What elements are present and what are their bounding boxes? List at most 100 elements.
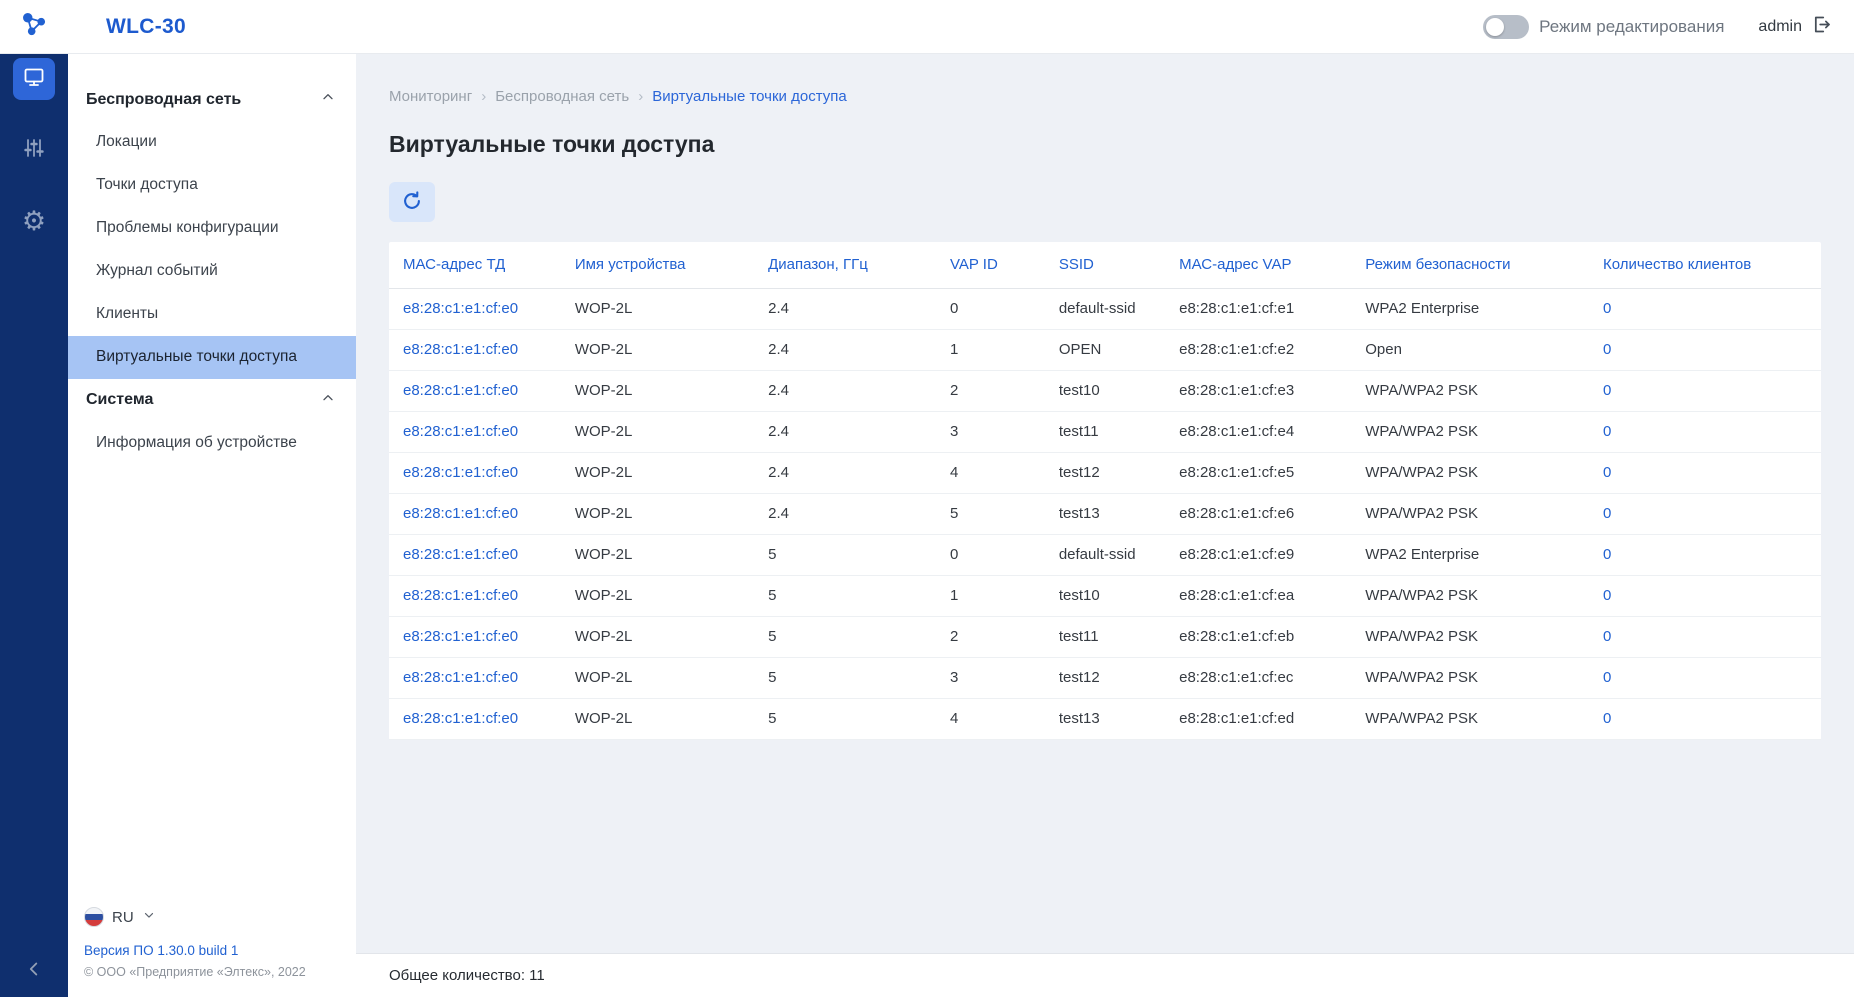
cell-mac-ap[interactable]: e8:28:c1:e1:cf:e0	[389, 493, 561, 534]
cell-vap-id: 0	[936, 534, 1045, 575]
chevron-up-icon	[320, 390, 336, 411]
copyright-text: © ООО «Предприятие «Элтекс», 2022	[84, 965, 346, 979]
nav-configuration[interactable]	[13, 129, 55, 171]
col-header-security-mode: Режим безопасности	[1351, 242, 1589, 288]
cell-clients-count[interactable]: 0	[1589, 534, 1821, 575]
cell-mac-vap: e8:28:c1:e1:cf:ed	[1165, 698, 1351, 739]
total-bar: Общее количество: 11	[356, 953, 1854, 997]
cell-mac-vap: e8:28:c1:e1:cf:e3	[1165, 370, 1351, 411]
table-row: e8:28:c1:e1:cf:e0WOP-2L50default-sside8:…	[389, 534, 1821, 575]
cell-mac-ap[interactable]: e8:28:c1:e1:cf:e0	[389, 575, 561, 616]
cell-mac-ap[interactable]: e8:28:c1:e1:cf:e0	[389, 698, 561, 739]
cell-ssid: test11	[1045, 411, 1165, 452]
language-selector[interactable]: RU	[84, 907, 346, 927]
cell-mac-ap[interactable]: e8:28:c1:e1:cf:e0	[389, 411, 561, 452]
breadcrumb-wireless-network[interactable]: Беспроводная сеть	[495, 88, 629, 105]
cell-mac-ap[interactable]: e8:28:c1:e1:cf:e0	[389, 616, 561, 657]
firmware-version-link[interactable]: Версия ПО 1.30.0 build 1	[84, 943, 346, 958]
cell-ssid: test13	[1045, 698, 1165, 739]
cell-vap-id: 4	[936, 452, 1045, 493]
cell-security-mode: WPA/WPA2 PSK	[1351, 575, 1589, 616]
app-title: WLC-30	[106, 15, 186, 39]
cell-clients-count[interactable]: 0	[1589, 329, 1821, 370]
cell-band-ghz: 2.4	[754, 452, 936, 493]
cell-security-mode: WPA/WPA2 PSK	[1351, 493, 1589, 534]
sidebar-item-clients[interactable]: Клиенты	[68, 293, 356, 336]
cell-ssid: test12	[1045, 452, 1165, 493]
cell-band-ghz: 2.4	[754, 288, 936, 329]
table-row: e8:28:c1:e1:cf:e0WOP-2L2.45test13e8:28:c…	[389, 493, 1821, 534]
chevron-left-icon	[23, 958, 45, 985]
cell-ssid: default-ssid	[1045, 288, 1165, 329]
cell-mac-ap[interactable]: e8:28:c1:e1:cf:e0	[389, 657, 561, 698]
sidebar-item-event-log[interactable]: Журнал событий	[68, 250, 356, 293]
toggle-knob	[1486, 18, 1504, 36]
cell-clients-count[interactable]: 0	[1589, 411, 1821, 452]
cell-mac-vap: e8:28:c1:e1:cf:ec	[1165, 657, 1351, 698]
table-row: e8:28:c1:e1:cf:e0WOP-2L2.43test11e8:28:c…	[389, 411, 1821, 452]
col-header-vap-id: VAP ID	[936, 242, 1045, 288]
cell-mac-ap[interactable]: e8:28:c1:e1:cf:e0	[389, 329, 561, 370]
logout-icon[interactable]	[1811, 14, 1832, 40]
sidebar: Беспроводная сеть Локации Точки доступа …	[68, 54, 356, 997]
language-code: RU	[112, 909, 134, 926]
cell-security-mode: WPA2 Enterprise	[1351, 288, 1589, 329]
cell-mac-ap[interactable]: e8:28:c1:e1:cf:e0	[389, 452, 561, 493]
top-bar-right: Режим редактирования admin	[1483, 14, 1854, 40]
cell-vap-id: 1	[936, 329, 1045, 370]
breadcrumb-separator: ›	[638, 88, 643, 105]
toggle-switch[interactable]	[1483, 15, 1529, 39]
collapse-sidebar-button[interactable]	[23, 958, 45, 985]
cell-clients-count[interactable]: 0	[1589, 288, 1821, 329]
cell-device-name: WOP-2L	[561, 616, 754, 657]
table-row: e8:28:c1:e1:cf:e0WOP-2L52test11e8:28:c1:…	[389, 616, 1821, 657]
col-header-mac-vap: МАС-адрес VAP	[1165, 242, 1351, 288]
table-body: e8:28:c1:e1:cf:e0WOP-2L2.40default-sside…	[389, 288, 1821, 739]
chevron-up-icon	[320, 89, 336, 110]
col-header-device-name: Имя устройства	[561, 242, 754, 288]
cell-ssid: test12	[1045, 657, 1165, 698]
sidebar-item-locations[interactable]: Локации	[68, 121, 356, 164]
sidebar-item-access-points[interactable]: Точки доступа	[68, 164, 356, 207]
section-label: Система	[86, 391, 153, 409]
cell-band-ghz: 5	[754, 575, 936, 616]
cell-clients-count[interactable]: 0	[1589, 452, 1821, 493]
cell-mac-ap[interactable]: e8:28:c1:e1:cf:e0	[389, 370, 561, 411]
cell-clients-count[interactable]: 0	[1589, 698, 1821, 739]
app-root: WLC-30 Режим редактирования admin	[0, 0, 1854, 997]
top-bar: WLC-30 Режим редактирования admin	[0, 0, 1854, 54]
sidebar-section-system[interactable]: Система	[68, 379, 356, 422]
cell-ssid: test10	[1045, 575, 1165, 616]
sidebar-item-virtual-aps[interactable]: Виртуальные точки доступа	[68, 336, 356, 379]
cell-mac-vap: e8:28:c1:e1:cf:e9	[1165, 534, 1351, 575]
refresh-button[interactable]	[389, 182, 435, 222]
cell-security-mode: WPA/WPA2 PSK	[1351, 370, 1589, 411]
cell-mac-ap[interactable]: e8:28:c1:e1:cf:e0	[389, 288, 561, 329]
nav-monitoring[interactable]	[13, 58, 55, 100]
nav-system[interactable]: ⚙	[13, 200, 55, 242]
refresh-icon	[401, 190, 423, 215]
cell-clients-count[interactable]: 0	[1589, 616, 1821, 657]
main-area: Мониторинг › Беспроводная сеть › Виртуал…	[356, 54, 1854, 997]
cell-mac-vap: e8:28:c1:e1:cf:e4	[1165, 411, 1351, 452]
sidebar-item-config-problems[interactable]: Проблемы конфигурации	[68, 207, 356, 250]
cell-ssid: test11	[1045, 616, 1165, 657]
total-count-label: Общее количество: 11	[389, 967, 545, 984]
cell-mac-ap[interactable]: e8:28:c1:e1:cf:e0	[389, 534, 561, 575]
cell-clients-count[interactable]: 0	[1589, 657, 1821, 698]
cell-clients-count[interactable]: 0	[1589, 575, 1821, 616]
vap-table: МАС-адрес ТД Имя устройства Диапазон, ГГ…	[389, 242, 1821, 740]
cell-clients-count[interactable]: 0	[1589, 370, 1821, 411]
breadcrumb-monitoring[interactable]: Мониторинг	[389, 88, 472, 105]
cell-device-name: WOP-2L	[561, 329, 754, 370]
vap-table-card: МАС-адрес ТД Имя устройства Диапазон, ГГ…	[389, 242, 1821, 740]
sidebar-section-wireless[interactable]: Беспроводная сеть	[68, 78, 356, 121]
cell-security-mode: WPA/WPA2 PSK	[1351, 616, 1589, 657]
cell-clients-count[interactable]: 0	[1589, 493, 1821, 534]
cell-band-ghz: 5	[754, 534, 936, 575]
icon-rail: ⚙	[0, 54, 68, 997]
cell-mac-vap: e8:28:c1:e1:cf:eb	[1165, 616, 1351, 657]
user-menu[interactable]: admin	[1758, 14, 1832, 40]
edit-mode-toggle[interactable]: Режим редактирования	[1483, 15, 1724, 39]
sidebar-item-device-info[interactable]: Информация об устройстве	[68, 422, 356, 465]
